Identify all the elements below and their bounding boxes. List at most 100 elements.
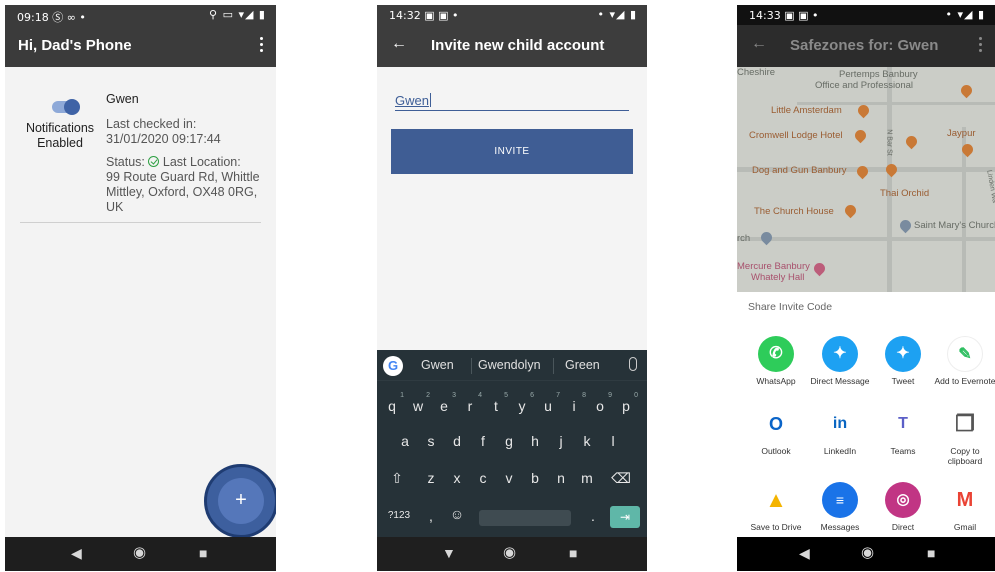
suggestion-1[interactable]: Gwen [421,358,454,372]
share-evernote[interactable]: ✎ Add to Evernote [933,336,995,386]
navigation-bar: ◀ ◉ ■ [737,537,995,571]
suggestion-2[interactable]: Gwendolyn [478,358,541,372]
evernote-icon: ✎ [947,336,983,372]
emoji-icon[interactable]: ☺ [447,506,467,522]
key-k[interactable]: k [577,433,597,449]
add-child-fab-highlight: + [204,464,276,538]
gmail-icon: M [947,482,983,518]
share-direct-message[interactable]: ✦ Direct Message [808,336,872,386]
nav-back-icon[interactable]: ◀ [799,545,810,562]
page-title: Safezones for: Gwen [790,37,939,54]
add-child-button[interactable]: + [218,478,264,524]
key-l[interactable]: l [603,433,623,449]
share-outlook[interactable]: O Outlook [744,406,808,456]
share-messages[interactable]: ≡ Messages [808,482,872,532]
key-b[interactable]: b [525,470,545,486]
share-whatsapp[interactable]: ✆ WhatsApp [744,336,808,386]
nav-back-icon[interactable]: ▼ [442,545,456,561]
status-time: 14:32 [389,9,421,22]
last-location-label: Last Location: [162,155,241,169]
soft-keyboard: G Gwen Gwendolyn Green q1 w2 e3 r4 t5 y6… [377,350,647,537]
nav-recents-icon[interactable]: ■ [569,545,577,561]
scrim [737,67,995,292]
nav-home-icon[interactable]: ◉ [503,543,516,561]
key-n[interactable]: n [551,470,571,486]
shift-icon[interactable]: ⇧ [387,470,407,487]
share-linkedin[interactable]: in LinkedIn [808,406,872,456]
status-time: 09:18 [17,11,49,24]
key-o[interactable]: o9 [590,392,612,414]
key-a[interactable]: a [395,433,415,449]
more-options-icon[interactable] [260,37,264,53]
key-u[interactable]: u7 [538,392,560,414]
key-q[interactable]: q1 [382,392,404,414]
nav-home-icon[interactable]: ◉ [133,543,146,561]
key-r[interactable]: r4 [460,392,482,414]
key-c[interactable]: c [473,470,493,486]
child-name-input-value: Gwen [395,93,429,108]
share-copy-clipboard[interactable]: ❐ Copy to clipboard [933,406,995,466]
share-instagram-direct[interactable]: ◎ Direct [871,482,935,532]
status-bar: 14:33 ▣ ▣ • • ▾◢ ▮ [737,5,995,25]
status-label: Status: [106,155,145,169]
phone-screen-invite: 14:32 ▣ ▣ • • ▾◢ ▮ ← Invite new child ac… [377,5,647,571]
comma-key[interactable]: , [421,508,441,524]
share-tweet[interactable]: ✦ Tweet [871,336,935,386]
status-bar: 14:32 ▣ ▣ • • ▾◢ ▮ [377,5,647,25]
key-t[interactable]: t5 [486,392,508,414]
twitter-icon: ✦ [822,336,858,372]
safezone-map[interactable]: Cheshire Pertemps Banbury Office and Pro… [737,67,995,292]
space-bar[interactable] [479,510,571,526]
back-arrow-icon[interactable]: ← [751,35,767,53]
invite-button[interactable]: INVITE [391,129,633,174]
child-name: Gwen [106,92,139,106]
child-name-input[interactable]: Gwen [395,91,629,111]
key-f[interactable]: f [473,433,493,449]
suggestion-3[interactable]: Green [565,358,600,372]
instagram-icon: ◎ [885,482,921,518]
key-p[interactable]: p0 [616,392,638,414]
nav-recents-icon[interactable]: ■ [199,545,207,561]
page-title: Hi, Dad's Phone [18,37,132,54]
status-icons-right: • ▾◢ ▮ [945,8,985,21]
key-j[interactable]: j [551,433,571,449]
nav-home-icon[interactable]: ◉ [861,543,874,561]
key-y[interactable]: y6 [512,392,535,414]
microphone-icon[interactable] [629,357,637,371]
phone-screen-home: 09:18 Ⓢ ∞ • ⚲ ▭ ▾◢ ▮ Hi, Dad's Phone Not… [5,5,276,571]
google-icon[interactable]: G [383,356,403,376]
share-teams[interactable]: T Teams [871,406,935,456]
nav-recents-icon[interactable]: ■ [927,545,935,561]
back-arrow-icon[interactable]: ← [391,35,407,53]
drive-icon: ▲ [758,482,794,518]
key-i[interactable]: i8 [564,392,586,414]
key-e[interactable]: e3 [434,392,456,414]
symbols-key[interactable]: ?123 [385,510,413,521]
teams-icon: T [885,406,921,442]
key-g[interactable]: g [499,433,519,449]
key-h[interactable]: h [525,433,545,449]
enter-key-icon[interactable]: ⇥ [610,506,640,528]
key-s[interactable]: s [421,433,441,449]
status-time: 14:33 [749,9,781,22]
nav-back-icon[interactable]: ◀ [71,545,82,562]
period-key[interactable]: . [583,508,603,524]
key-w[interactable]: w2 [408,392,430,414]
key-m[interactable]: m [577,470,597,486]
backspace-icon[interactable]: ⌫ [611,470,631,487]
share-drive[interactable]: ▲ Save to Drive [744,482,808,532]
key-v[interactable]: v [499,470,519,486]
navigation-bar: ▼ ◉ ■ [377,537,647,571]
share-gmail[interactable]: M Gmail [933,482,995,532]
whatsapp-icon: ✆ [758,336,794,372]
page-title: Invite new child account [431,37,605,54]
phone-screen-share: 14:33 ▣ ▣ • • ▾◢ ▮ ← Safezones for: Gwen… [737,5,995,571]
key-z[interactable]: z [421,470,441,486]
status-icons: ▣ ▣ • [784,9,819,22]
key-d[interactable]: d [447,433,467,449]
child-card[interactable]: Notifications Enabled Gwen Last checked … [20,89,261,223]
more-options-icon[interactable] [979,37,983,53]
status-line: Status: Last Location: [106,155,266,170]
notifications-toggle[interactable] [52,99,80,115]
key-x[interactable]: x [447,470,467,486]
